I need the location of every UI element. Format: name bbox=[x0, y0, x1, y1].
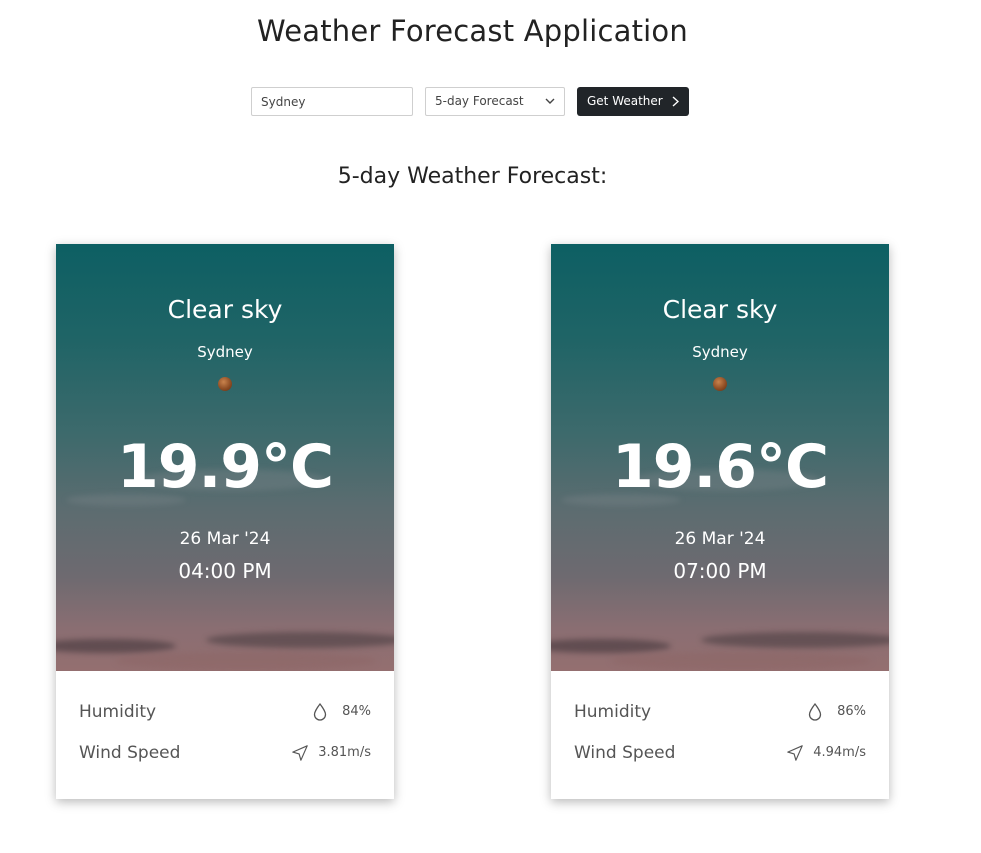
wind-speed-value: 3.81m/s bbox=[318, 745, 371, 760]
wind-speed-row: Wind Speed 3.81m/s bbox=[79, 743, 371, 767]
humidity-row: Humidity 86% bbox=[574, 702, 866, 726]
weather-condition: Clear sky bbox=[662, 295, 778, 324]
city-name: Sydney bbox=[197, 343, 253, 361]
wind-speed-value: 4.94m/s bbox=[813, 745, 866, 760]
chevron-right-icon bbox=[672, 96, 679, 107]
humidity-label: Humidity bbox=[79, 702, 157, 722]
humidity-value: 84% bbox=[342, 704, 371, 719]
forecast-section-title: 5-day Weather Forecast: bbox=[337, 164, 608, 189]
page-title: Weather Forecast Application bbox=[257, 14, 688, 48]
weather-condition: Clear sky bbox=[167, 295, 283, 324]
card-hero: Clear sky Sydney 19.6°C 26 Mar '24 07:00… bbox=[551, 244, 889, 671]
humidity-label: Humidity bbox=[574, 702, 652, 722]
forecast-mode-value: 5-day Forecast bbox=[435, 94, 524, 108]
city-input[interactable] bbox=[251, 87, 413, 116]
forecast-time: 07:00 PM bbox=[673, 559, 767, 583]
forecast-time: 04:00 PM bbox=[178, 559, 272, 583]
temperature: 19.9°C bbox=[116, 432, 334, 502]
forecast-card: Clear sky Sydney 19.6°C 26 Mar '24 07:00… bbox=[551, 244, 889, 799]
temperature: 19.6°C bbox=[611, 432, 829, 502]
chevron-down-icon bbox=[545, 98, 555, 104]
clear-sky-icon bbox=[713, 377, 727, 391]
get-weather-label: Get Weather bbox=[587, 94, 663, 108]
navigation-arrow-icon bbox=[292, 745, 308, 761]
clear-sky-icon bbox=[218, 377, 232, 391]
forecast-mode-select[interactable]: 5-day Forecast bbox=[425, 87, 565, 116]
navigation-arrow-icon bbox=[787, 745, 803, 761]
humidity-row: Humidity 84% bbox=[79, 702, 371, 726]
droplet-icon bbox=[313, 702, 327, 721]
forecast-date: 26 Mar '24 bbox=[674, 529, 766, 549]
card-hero: Clear sky Sydney 19.9°C 26 Mar '24 04:00… bbox=[56, 244, 394, 671]
city-name: Sydney bbox=[692, 343, 748, 361]
droplet-icon bbox=[808, 702, 822, 721]
humidity-value: 86% bbox=[837, 704, 866, 719]
wind-speed-row: Wind Speed 4.94m/s bbox=[574, 743, 866, 767]
forecast-date: 26 Mar '24 bbox=[179, 529, 271, 549]
get-weather-button[interactable]: Get Weather bbox=[577, 87, 689, 116]
wind-speed-label: Wind Speed bbox=[79, 743, 181, 763]
forecast-card: Clear sky Sydney 19.9°C 26 Mar '24 04:00… bbox=[56, 244, 394, 799]
wind-speed-label: Wind Speed bbox=[574, 743, 676, 763]
